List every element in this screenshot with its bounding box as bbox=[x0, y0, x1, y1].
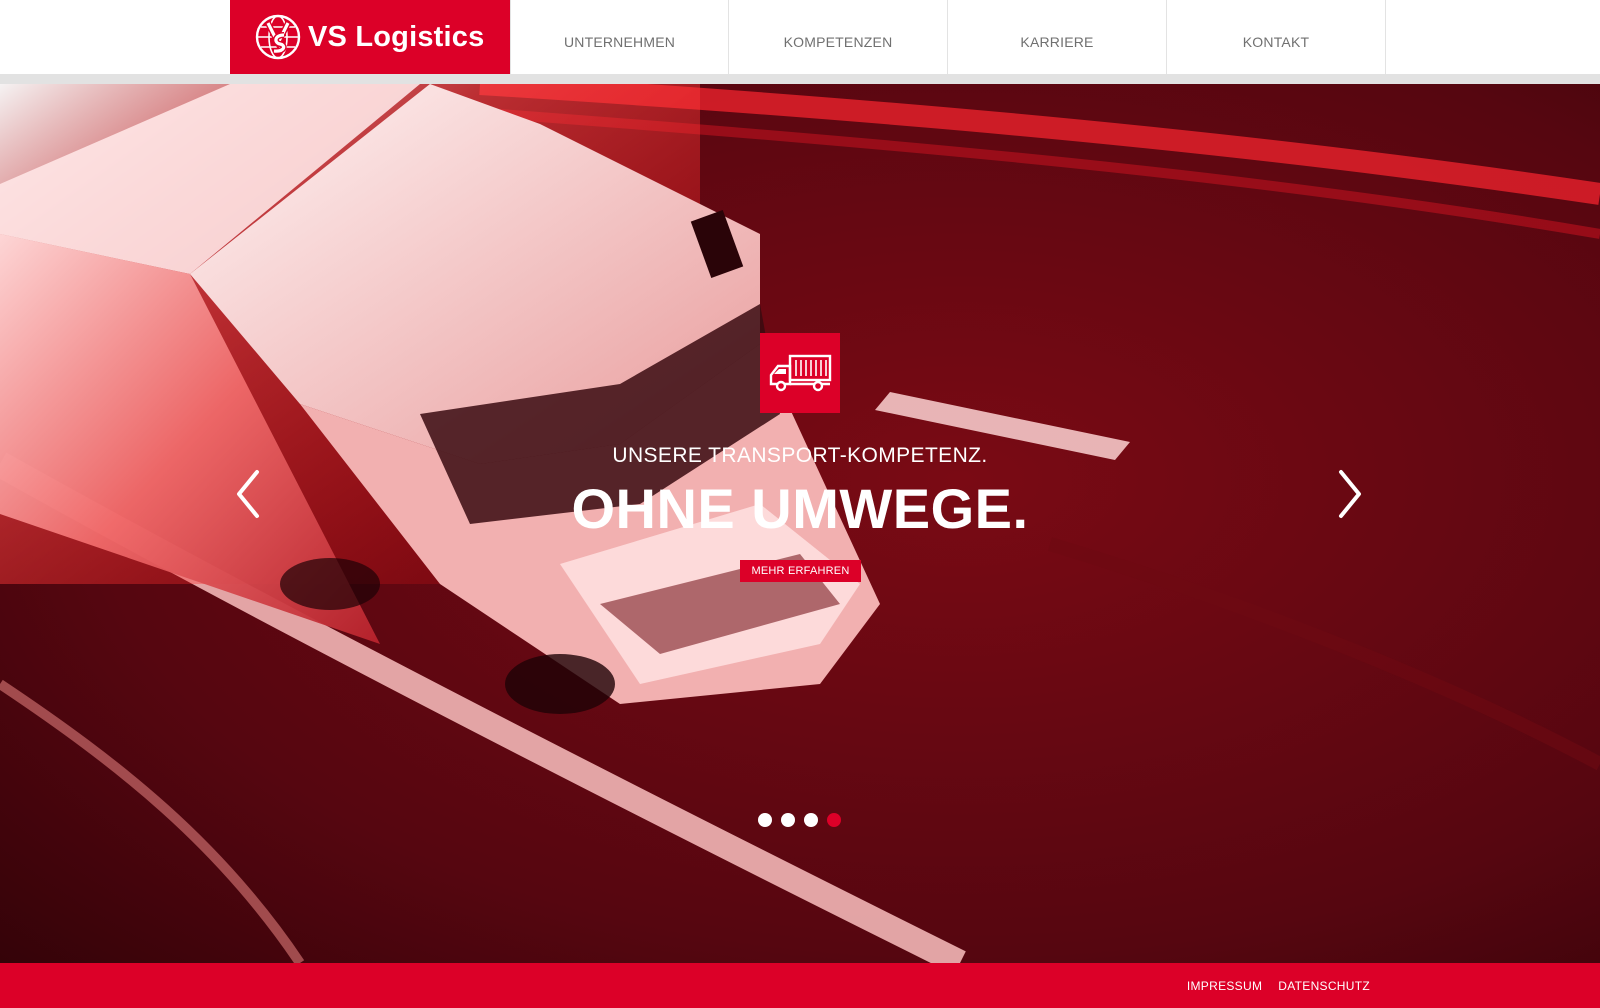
nav-item-kompetenzen[interactable]: KOMPETENZEN bbox=[729, 0, 948, 84]
header-divider bbox=[0, 74, 1600, 84]
truck-icon bbox=[769, 354, 832, 392]
chevron-left-icon bbox=[237, 470, 259, 518]
globe-vs-monogram-icon bbox=[255, 14, 301, 60]
site-header: VS Logistics UNTERNEHMEN KOMPETENZEN KAR… bbox=[0, 0, 1600, 84]
main-nav: UNTERNEHMEN KOMPETENZEN KARRIERE KONTAKT bbox=[510, 0, 1386, 84]
brand-name: VS Logistics bbox=[308, 20, 485, 53]
hero-slider: UNSERE TRANSPORT-KOMPETENZ. OHNE UMWEGE.… bbox=[0, 84, 1600, 963]
slider-dot-2[interactable] bbox=[781, 813, 795, 827]
hero-title: OHNE UMWEGE. bbox=[571, 477, 1029, 540]
slider-dot-3[interactable] bbox=[804, 813, 818, 827]
footer-link-datenschutz[interactable]: DATENSCHUTZ bbox=[1278, 979, 1370, 993]
slider-prev-button[interactable] bbox=[228, 464, 268, 524]
footer-links: IMPRESSUM DATENSCHUTZ bbox=[1187, 963, 1370, 1008]
truck-badge bbox=[760, 333, 840, 413]
nav-item-kontakt[interactable]: KONTAKT bbox=[1167, 0, 1386, 84]
site-footer: IMPRESSUM DATENSCHUTZ bbox=[0, 963, 1600, 1008]
chevron-right-icon bbox=[1339, 470, 1361, 518]
slider-dot-4-active[interactable] bbox=[827, 813, 841, 827]
hero-subtitle: UNSERE TRANSPORT-KOMPETENZ. bbox=[612, 444, 988, 467]
footer-link-impressum[interactable]: IMPRESSUM bbox=[1187, 979, 1262, 993]
slider-dot-1[interactable] bbox=[758, 813, 772, 827]
nav-item-unternehmen[interactable]: UNTERNEHMEN bbox=[510, 0, 729, 84]
slider-pagination bbox=[758, 813, 841, 827]
slider-next-button[interactable] bbox=[1330, 464, 1370, 524]
nav-item-karriere[interactable]: KARRIERE bbox=[948, 0, 1167, 84]
brand-logo[interactable]: VS Logistics bbox=[230, 0, 510, 74]
mehr-erfahren-button[interactable]: MEHR ERFAHREN bbox=[740, 560, 861, 582]
